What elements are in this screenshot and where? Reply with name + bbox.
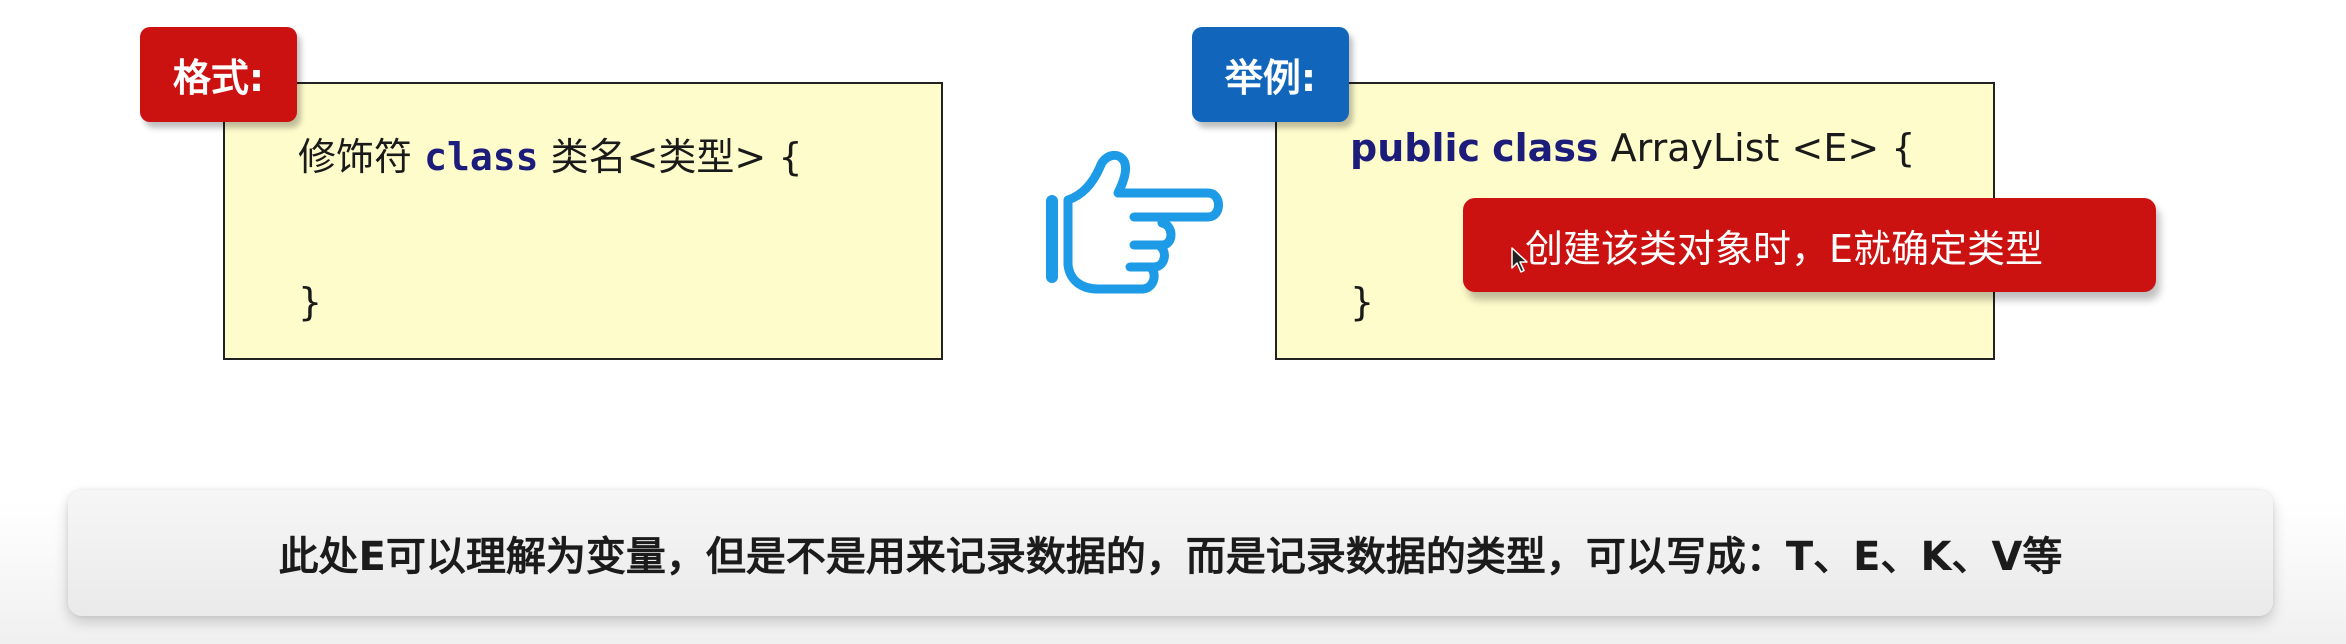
format-classname-text: 类名<类型> { xyxy=(550,135,803,179)
format-modifier-text: 修饰符 xyxy=(298,135,413,179)
callout-text: 创建该类对象时，E就确定类型 xyxy=(1525,226,2044,271)
pointing-hand-icon xyxy=(1046,150,1223,294)
example-closing-brace: } xyxy=(1350,280,1375,324)
format-closing-brace: } xyxy=(298,280,323,324)
example-class-keyword: class xyxy=(1492,126,1599,170)
explanation-note-text: 此处E可以理解为变量，但是不是用来记录数据的，而是记录数据的类型，可以写成：T、… xyxy=(278,534,2063,580)
example-classname-text: ArrayList <E> { xyxy=(1610,126,1916,170)
format-declaration-line: 修饰符 class 类名<类型> { xyxy=(298,126,803,181)
mouse-cursor-icon xyxy=(1511,247,1528,273)
format-class-keyword: class xyxy=(424,135,539,179)
format-tag: 格式: xyxy=(140,27,297,122)
example-declaration-line: public class ArrayList <E> { xyxy=(1350,126,1915,170)
format-code-panel: 修饰符 class 类名<类型> { } xyxy=(223,82,943,360)
example-tag: 举例: xyxy=(1192,27,1349,122)
example-public-keyword: public xyxy=(1350,126,1481,170)
callout-box: 创建该类对象时，E就确定类型 xyxy=(1463,198,2156,292)
slide: 修饰符 class 类名<类型> { } 格式: public class Ar… xyxy=(0,0,2346,644)
explanation-note: 此处E可以理解为变量，但是不是用来记录数据的，而是记录数据的类型，可以写成：T、… xyxy=(68,490,2273,616)
